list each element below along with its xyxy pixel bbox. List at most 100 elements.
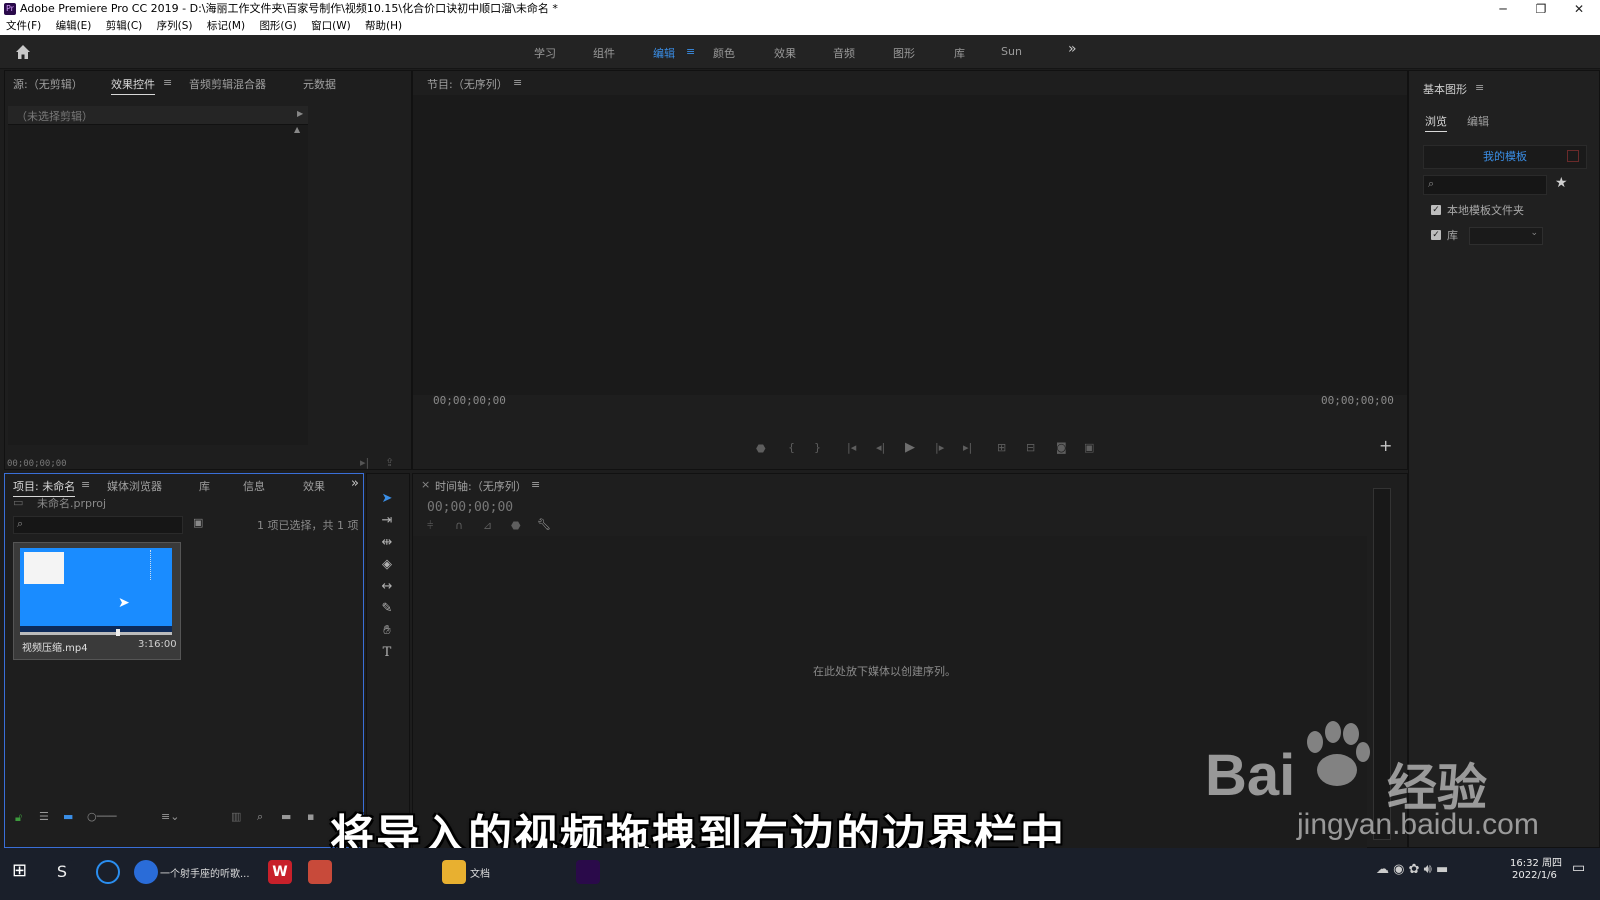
panel-menu-icon[interactable]: ≡ [163,76,172,89]
menu-sequence[interactable]: 序列(S) [157,20,193,32]
workspace-tab-graphics[interactable]: 图形 [893,45,915,61]
mark-out-icon[interactable]: } [814,441,821,454]
list-view-icon[interactable]: ☰ [39,810,49,823]
menu-help[interactable]: 帮助(H) [365,20,402,32]
selection-tool-icon[interactable]: ➤ [378,490,396,508]
taskbar-item-2[interactable]: 文档 [470,865,490,880]
razor-tool-icon[interactable]: ◈ [378,556,396,574]
camera-icon[interactable]: ◙ [1056,441,1067,454]
close-button[interactable]: ✕ [1560,0,1598,18]
export-icon[interactable]: ⇪ [385,456,394,469]
tab-effect-controls[interactable]: 效果控件 [111,76,155,95]
tab-audio-clip-mixer[interactable]: 音频剪辑混合器 [189,76,266,92]
step-forward-icon[interactable]: |▸ [935,441,944,454]
add-marker-icon[interactable]: ⬣ [511,519,521,532]
tab-metadata[interactable]: 元数据 [303,76,336,92]
expand-triangle-icon[interactable]: ▶ [297,109,303,118]
lock-icon[interactable]: 🔓︎ [15,811,22,825]
new-item-icon[interactable]: ▪ [307,810,314,823]
my-templates-dropdown[interactable]: 我的模板 [1423,145,1587,169]
tab-edit[interactable]: 编辑 [1467,113,1489,129]
new-bin-icon[interactable]: ▣ [193,516,203,529]
wps-icon[interactable]: W [268,860,292,884]
filter-icon[interactable]: ▸| [360,456,369,469]
close-template-icon[interactable] [1567,150,1579,162]
icon-view-icon[interactable]: ▬ [63,810,73,823]
library-select[interactable]: ⌄ [1469,227,1543,245]
go-to-in-icon[interactable]: |◂ [847,441,856,454]
workspace-tab-audio[interactable]: 音频 [833,45,855,61]
workspace-tab-effects[interactable]: 效果 [774,45,796,61]
library-checkbox[interactable]: ✓ [1431,230,1441,240]
restore-button[interactable]: ❐ [1522,0,1560,18]
panel-menu-icon[interactable]: ≡ [81,478,90,491]
menu-file[interactable]: 文件(F) [6,20,41,32]
new-bin-icon[interactable]: ▬ [281,810,291,823]
zoom-slider-icon[interactable]: ○─── [87,810,116,823]
taskbar-item-1[interactable]: 一个射手座的听歌... [160,865,250,880]
file-explorer-icon[interactable] [442,860,466,884]
go-to-out-icon[interactable]: ▸| [963,441,972,454]
clip-thumbnail-card[interactable]: 视频压缩.mp4 3:16:00 ➤ [13,542,181,660]
tab-browse[interactable]: 浏览 [1425,113,1447,132]
workspace-menu-icon[interactable]: ≡ [686,45,695,58]
menu-graphics[interactable]: 图形(G) [259,20,296,32]
project-search-input[interactable]: ⌕ [13,516,183,534]
linked-selection-icon[interactable]: ⊿ [483,519,492,532]
workspace-tab-editing[interactable]: 编辑 [653,45,675,61]
workspace-tab-color[interactable]: 颜色 [713,45,735,61]
scroll-up-icon[interactable]: ▲ [294,125,300,134]
add-button[interactable]: + [1379,436,1392,455]
clip-scrub-bar[interactable] [20,632,172,635]
star-icon[interactable]: ★ [1555,175,1568,191]
workspace-tab-learn[interactable]: 学习 [534,45,556,61]
tray-icons[interactable]: ☁ ◉ ✿ 🔊︎ ▬ [1376,862,1448,877]
tab-effects[interactable]: 效果 [303,478,325,494]
panel-menu-icon[interactable]: ≡ [513,76,522,89]
close-timeline-icon[interactable]: × [421,478,430,491]
premiere-taskbar-icon[interactable] [576,860,600,884]
menu-window[interactable]: 窗口(W) [311,20,351,32]
timeline-title[interactable]: 时间轴:（无序列） [435,478,527,494]
sort-icon[interactable]: ≡⌄ [161,810,179,823]
menu-edit[interactable]: 编辑(E) [56,20,92,32]
comparison-view-icon[interactable]: ▣ [1084,441,1094,454]
app-icon-2[interactable] [308,860,332,884]
tab-libraries[interactable]: 库 [199,478,210,494]
play-icon[interactable]: ▶ [905,440,915,455]
windows-start-icon[interactable]: ⊞ [12,860,27,881]
workspace-more-button[interactable]: » [1068,41,1077,57]
lift-icon[interactable]: ⊞ [997,441,1006,454]
ripple-edit-tool-icon[interactable]: ⇹ [378,534,396,552]
program-monitor-title[interactable]: 节目:（无序列） [427,76,508,92]
hand-tool-icon[interactable]: ✋︎ [378,622,396,640]
tab-media-browser[interactable]: 媒体浏览器 [107,478,162,494]
home-icon[interactable] [15,44,31,60]
tab-info[interactable]: 信息 [243,478,265,494]
tab-source[interactable]: 源:（无剪辑） [13,76,83,92]
type-tool-icon[interactable]: T [378,644,396,662]
extract-icon[interactable]: ⊟ [1026,441,1035,454]
automate-icon[interactable]: ▥ [231,810,241,823]
search-app-icon[interactable] [134,860,158,884]
workspace-tab-assembly[interactable]: 组件 [593,45,615,61]
panel-menu-icon[interactable]: ≡ [1475,81,1484,94]
panel-menu-icon[interactable]: ≡ [531,478,540,491]
clip-scrub-handle[interactable] [116,629,120,636]
menu-marker[interactable]: 标记(M) [207,20,245,32]
template-search-input[interactable]: ⌕ [1423,175,1547,195]
snap-icon[interactable]: ∩ [455,519,463,532]
notification-icon[interactable]: ▭ [1572,860,1585,876]
workspace-tab-libraries[interactable]: 库 [954,45,965,61]
mark-in-icon[interactable]: { [788,441,795,454]
app-icon-1[interactable]: S [50,860,74,884]
find-icon[interactable]: ⌕ [257,810,263,824]
menu-clip[interactable]: 剪辑(C) [106,20,143,32]
pen-tool-icon[interactable]: ✎ [378,600,396,618]
nest-icon[interactable]: ⫩ [427,519,433,533]
local-templates-checkbox[interactable]: ✓ [1431,205,1441,215]
browser-icon[interactable] [96,860,120,884]
slip-tool-icon[interactable]: ↔ [378,578,396,596]
track-select-tool-icon[interactable]: ⇥ [378,512,396,530]
workspace-tab-sun[interactable]: Sun [1001,45,1022,58]
